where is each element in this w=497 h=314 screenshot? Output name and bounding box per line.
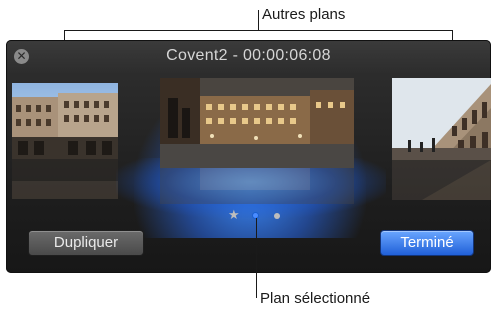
angle-viewer-panel: ✕ Covent2 - 00:00:06:08 ★ Dupliquer Term… [6,40,491,273]
selected-clip-reflection [160,168,354,204]
clip-title-timecode: Covent2 - 00:00:06:08 [166,47,331,64]
right-clip-reflection [392,160,491,200]
angle-pager: ★ [228,207,288,223]
callout-other-angles-label: Autres plans [262,6,346,23]
favorite-star-icon[interactable]: ★ [228,207,240,223]
right-clip-thumbnail[interactable] [392,78,491,160]
callout-line [258,10,259,30]
pager-dot[interactable] [274,213,280,219]
left-clip-thumbnail[interactable] [12,83,118,159]
left-clip-reflection [12,159,118,199]
callout-line [256,218,257,298]
callout-line [64,30,453,31]
done-button[interactable]: Terminé [380,230,474,256]
duplicate-button[interactable]: Dupliquer [28,230,144,256]
selected-clip-thumbnail[interactable] [160,78,354,168]
callout-selected-angle-label: Plan sélectionné [260,290,371,307]
